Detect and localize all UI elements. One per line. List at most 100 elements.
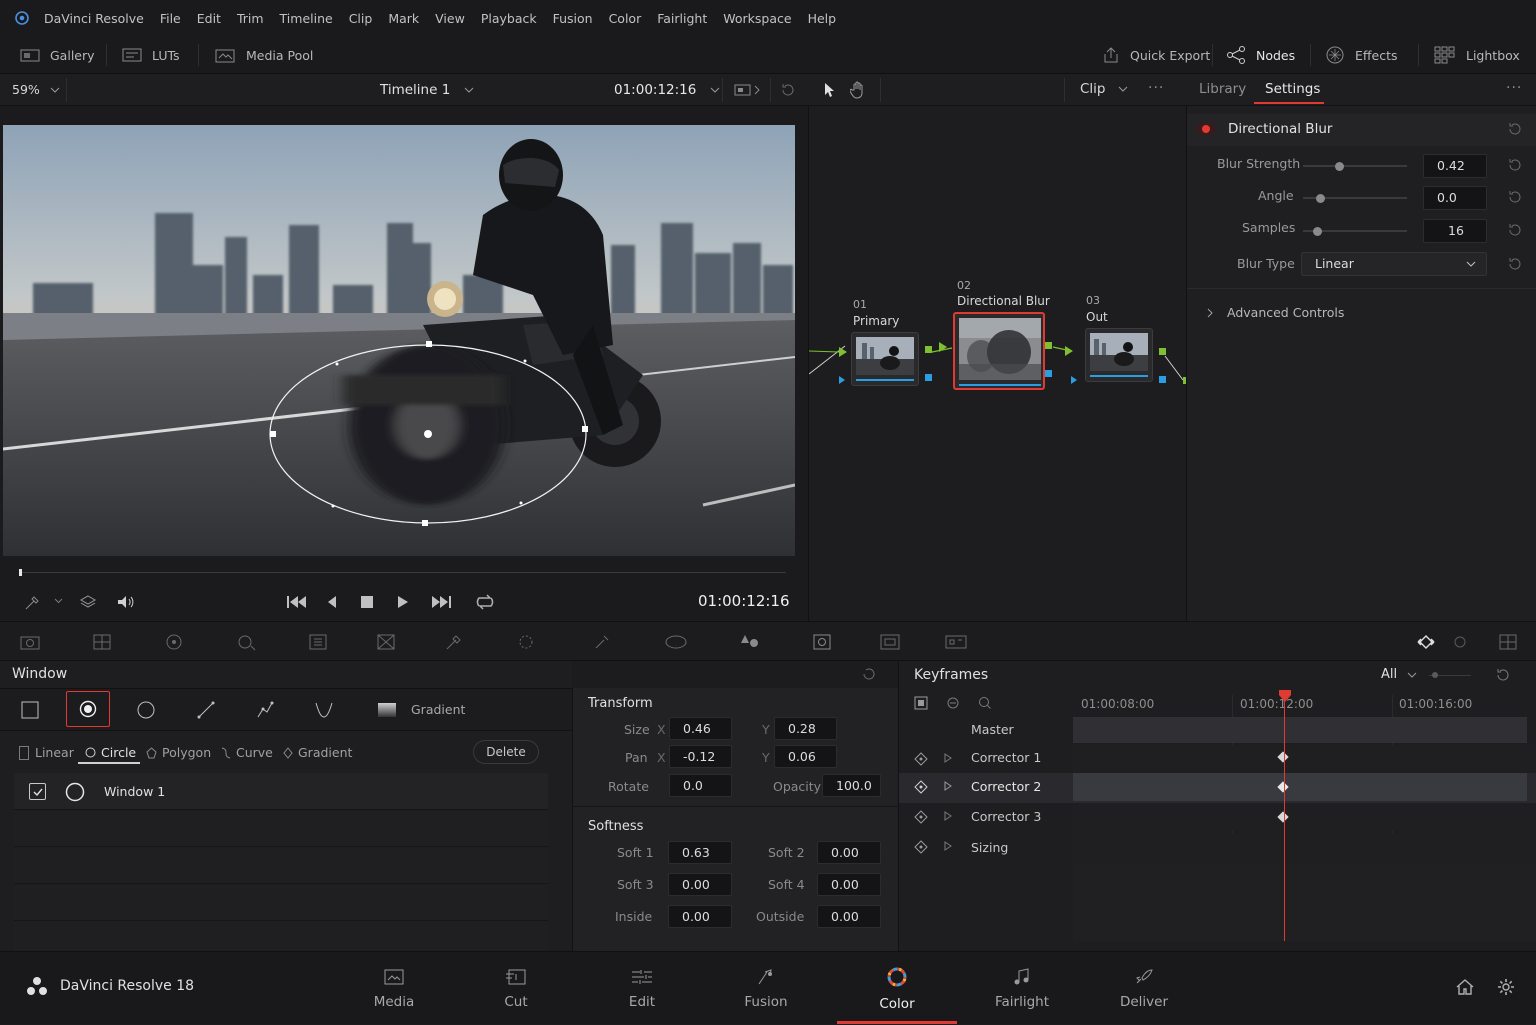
- reset-icon[interactable]: [1507, 121, 1523, 137]
- hdr-icon[interactable]: [216, 622, 276, 662]
- playhead-handle-icon[interactable]: [1278, 689, 1292, 703]
- shape-tab-linear[interactable]: Linear: [19, 745, 74, 760]
- window-list-row[interactable]: Window 1: [14, 773, 548, 810]
- timecode-dropdown[interactable]: 01:00:12:16: [614, 82, 720, 98]
- gallery-button[interactable]: Gallery: [20, 36, 95, 74]
- picker-icon[interactable]: [24, 593, 42, 611]
- outside-input[interactable]: 0.00: [817, 905, 881, 928]
- node-options-icon[interactable]: ···: [1148, 80, 1164, 96]
- stop-icon[interactable]: [360, 595, 374, 609]
- shape-tab-curve[interactable]: Curve: [221, 745, 273, 760]
- pan-y-input[interactable]: 0.06: [774, 745, 837, 768]
- gear-icon[interactable]: [1496, 977, 1516, 997]
- reset-icon[interactable]: [1507, 157, 1523, 173]
- home-icon[interactable]: [1455, 978, 1475, 996]
- keyframe-toggle-icon[interactable]: [913, 809, 929, 825]
- page-media[interactable]: Media: [334, 952, 454, 1025]
- luts-button[interactable]: LUTs: [122, 36, 180, 74]
- track-row-master[interactable]: Master: [899, 717, 1536, 747]
- advanced-controls-toggle[interactable]: Advanced Controls: [1207, 305, 1344, 320]
- blur-type-dropdown[interactable]: Linear: [1301, 252, 1487, 276]
- motion-effects-icon[interactable]: [356, 622, 416, 662]
- delete-window-button[interactable]: Delete: [473, 740, 539, 764]
- skip-to-end-icon[interactable]: [430, 594, 452, 610]
- pan-x-input[interactable]: -0.12: [669, 745, 732, 768]
- 3d-icon[interactable]: [926, 622, 986, 662]
- keyframe-toggle-icon[interactable]: [913, 779, 929, 795]
- node-primary[interactable]: [851, 332, 919, 386]
- effect-enable-toggle[interactable]: [1197, 123, 1215, 135]
- volume-icon[interactable]: [116, 593, 136, 611]
- size-y-input[interactable]: 0.28: [774, 717, 837, 740]
- track-row-sizing[interactable]: Sizing: [899, 833, 1536, 863]
- magic-mask-icon[interactable]: [646, 622, 706, 662]
- menu-timeline[interactable]: Timeline: [280, 11, 333, 26]
- square-window-icon[interactable]: [21, 701, 39, 719]
- menu-help[interactable]: Help: [808, 11, 837, 26]
- samples-input[interactable]: 16: [1423, 219, 1487, 243]
- reset-icon[interactable]: [1507, 222, 1523, 238]
- soft4-input[interactable]: 0.00: [817, 873, 881, 896]
- node-mode-dropdown[interactable]: Clip: [1080, 81, 1128, 97]
- menu-mark[interactable]: Mark: [388, 11, 419, 26]
- page-cut[interactable]: Cut: [456, 952, 576, 1025]
- track-row-corrector-3[interactable]: Corrector 3: [899, 803, 1536, 833]
- blur-strength-slider-handle[interactable]: [1335, 162, 1344, 171]
- menu-trim[interactable]: Trim: [237, 11, 264, 26]
- timeline-dropdown[interactable]: Timeline 1: [380, 82, 474, 98]
- chevron-down-icon[interactable]: [54, 598, 63, 604]
- page-fairlight[interactable]: Fairlight: [962, 952, 1082, 1025]
- keyframe-toggle-icon[interactable]: [913, 839, 929, 855]
- expand-track-icon[interactable]: [944, 811, 952, 821]
- angle-input[interactable]: 0.0: [1423, 186, 1487, 210]
- tab-settings[interactable]: Settings: [1265, 81, 1320, 97]
- skip-to-start-icon[interactable]: [286, 594, 308, 610]
- menu-fusion[interactable]: Fusion: [553, 11, 593, 26]
- expand-track-icon[interactable]: [944, 753, 952, 763]
- blur-strength-input[interactable]: 0.42: [1423, 154, 1487, 178]
- keyframe-zoom-handle[interactable]: [1432, 672, 1438, 678]
- node-3-output-blue[interactable]: [1159, 376, 1166, 383]
- reset-icon[interactable]: [1495, 667, 1511, 683]
- opacity-input[interactable]: 100.0: [822, 774, 881, 797]
- tab-library[interactable]: Library: [1199, 81, 1246, 97]
- node-1-output-green[interactable]: [925, 346, 932, 353]
- circle-outline-icon[interactable]: [137, 701, 155, 719]
- menu-clip[interactable]: Clip: [349, 11, 373, 26]
- scrubber-playhead[interactable]: [19, 569, 22, 576]
- track-row-corrector-1[interactable]: Corrector 1: [899, 745, 1536, 775]
- viewer-scrubber[interactable]: [20, 572, 786, 573]
- menu-playback[interactable]: Playback: [481, 11, 537, 26]
- info-palette-icon[interactable]: [1478, 622, 1536, 662]
- window-panel-reset-icon[interactable]: [860, 666, 878, 682]
- node-out[interactable]: [1085, 328, 1153, 382]
- loop-icon[interactable]: [474, 593, 496, 611]
- menu-color[interactable]: Color: [609, 11, 642, 26]
- menu-file[interactable]: File: [160, 11, 181, 26]
- quick-export-button[interactable]: Quick Export: [1102, 36, 1210, 74]
- key-icon[interactable]: [792, 622, 852, 662]
- shape-tab-gradient[interactable]: Gradient: [283, 745, 352, 760]
- expand-track-icon[interactable]: [944, 781, 952, 791]
- menu-fairlight[interactable]: Fairlight: [657, 11, 707, 26]
- gradient-window-icon[interactable]: [377, 702, 397, 718]
- shape-tab-polygon[interactable]: Polygon: [146, 745, 211, 760]
- window-enable-checkbox[interactable]: [29, 783, 46, 800]
- lightbox-button[interactable]: Lightbox: [1434, 36, 1520, 74]
- track-row-corrector-2[interactable]: Corrector 2: [899, 773, 1536, 803]
- node-directional-blur[interactable]: [953, 312, 1045, 390]
- keyframe-link-icon[interactable]: [946, 696, 960, 710]
- samples-slider-handle[interactable]: [1313, 227, 1322, 236]
- keyframe-toggle-icon[interactable]: [913, 751, 929, 767]
- node-2-output-green[interactable]: [1045, 342, 1052, 349]
- rgb-mixer-icon[interactable]: [288, 622, 348, 662]
- angle-slider-handle[interactable]: [1316, 194, 1325, 203]
- qualifier-icon[interactable]: [424, 622, 484, 662]
- shape-tab-circle[interactable]: Circle: [85, 745, 136, 760]
- reset-icon[interactable]: [780, 82, 796, 98]
- reset-icon[interactable]: [1507, 189, 1523, 205]
- blur-palette-icon[interactable]: [720, 622, 780, 662]
- hand-tool-icon[interactable]: [850, 81, 866, 99]
- viewer-mode-icon[interactable]: [734, 83, 762, 97]
- polygon-window-icon[interactable]: [255, 700, 275, 720]
